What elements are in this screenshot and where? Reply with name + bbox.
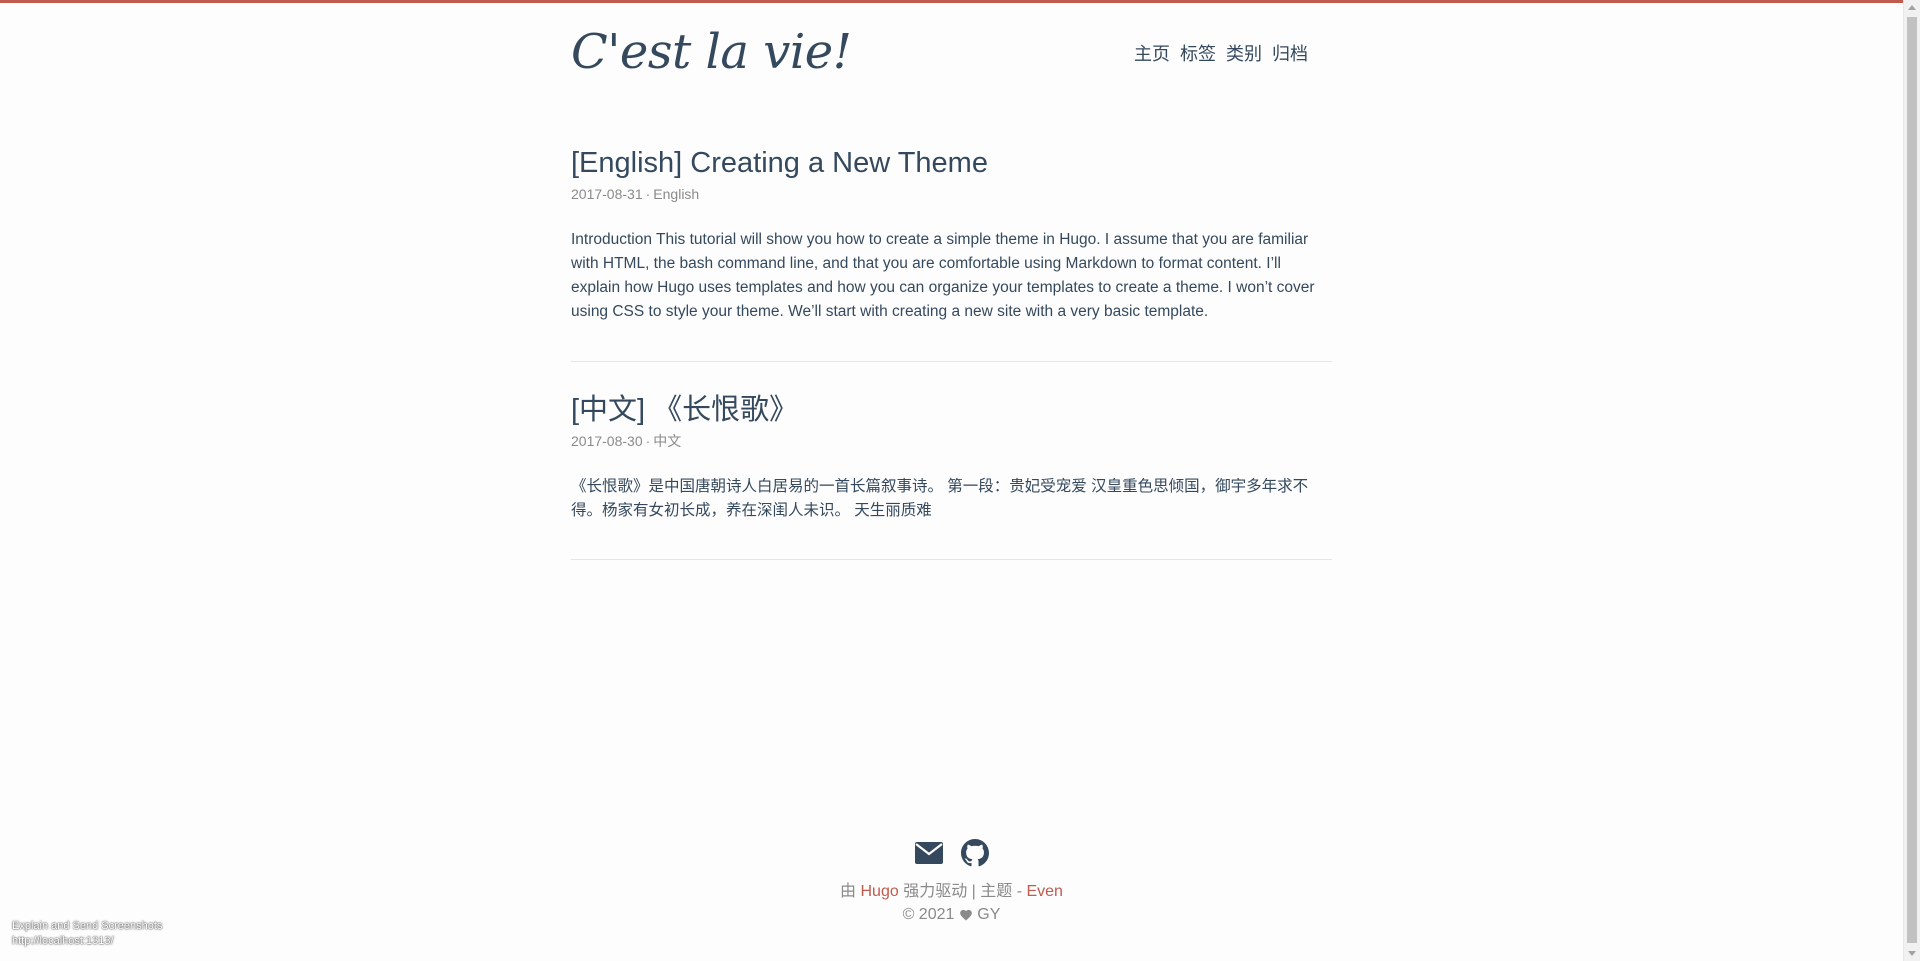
- post-meta: 2017-08-31 · English: [571, 185, 1332, 203]
- copyright-year: © 2021: [902, 906, 955, 923]
- post-meta: 2017-08-30 · 中文: [571, 432, 1332, 450]
- post-summary: 《长恨歌》是中国唐朝诗人白居易的一首长篇叙事诗。 第一段：贵妃受宠爱 汉皇重色思…: [571, 478, 1309, 519]
- post-category-link[interactable]: English: [653, 186, 699, 202]
- heart-icon: [959, 905, 973, 929]
- post-title-link[interactable]: [English] Creating a New Theme: [571, 147, 988, 179]
- post-category-link[interactable]: 中文: [653, 433, 681, 449]
- social-links: [571, 838, 1332, 872]
- meta-separator: ·: [645, 186, 651, 202]
- overlay-title: Explain and Send Screenshots: [12, 920, 163, 932]
- powered-middle: 强力驱动 | 主题 -: [903, 883, 1023, 900]
- vertical-scrollbar[interactable]: [1903, 0, 1920, 961]
- post-divider: [571, 559, 1332, 560]
- page-container: C'est la vie! 主页 标签 类别 归档 [English] Crea…: [571, 0, 1332, 961]
- post-card: [English] Creating a New Theme 2017-08-3…: [571, 143, 1332, 324]
- theme-link[interactable]: Even: [1026, 883, 1062, 900]
- meta-separator: ·: [645, 433, 651, 449]
- site-nav: 主页 标签 类别 归档: [1134, 40, 1308, 66]
- scroll-down-arrow-icon[interactable]: [1908, 951, 1916, 956]
- post-summary: Introduction This tutorial will show you…: [571, 231, 1315, 320]
- post-title: [中文] 《长恨歌》: [571, 390, 1332, 430]
- scroll-thumb[interactable]: [1907, 17, 1917, 943]
- nav-item-home[interactable]: 主页: [1134, 40, 1170, 66]
- github-icon[interactable]: [960, 838, 989, 872]
- scroll-up-arrow-icon[interactable]: [1908, 5, 1916, 10]
- site-footer: 由 Hugo 强力驱动 | 主题 - Even © 2021 GY: [571, 838, 1332, 929]
- copyright-line: © 2021 GY: [571, 903, 1332, 929]
- post-card: [中文] 《长恨歌》 2017-08-30 · 中文 《长恨歌》是中国唐朝诗人白居易…: [571, 390, 1332, 523]
- site-logo[interactable]: C'est la vie!: [571, 24, 852, 80]
- nav-item-archives[interactable]: 归档: [1272, 40, 1308, 66]
- screenshot-overlay: Explain and Send Screenshots http://loca…: [12, 919, 162, 949]
- powered-by-line: 由 Hugo 强力驱动 | 主题 - Even: [571, 881, 1332, 903]
- copyright-author: GY: [977, 906, 1001, 923]
- overlay-url: http://localhost:1313/: [12, 935, 114, 947]
- powered-prefix: 由: [840, 883, 857, 900]
- post-title: [English] Creating a New Theme: [571, 143, 1332, 183]
- post-date: 2017-08-30: [571, 433, 643, 449]
- post-date: 2017-08-31: [571, 186, 643, 202]
- email-icon[interactable]: [914, 841, 943, 869]
- post-divider: [571, 361, 1332, 362]
- nav-item-tags[interactable]: 标签: [1180, 40, 1216, 66]
- hugo-link[interactable]: Hugo: [861, 883, 899, 900]
- post-title-link[interactable]: [中文] 《长恨歌》: [571, 394, 798, 426]
- nav-item-categories[interactable]: 类别: [1226, 40, 1262, 66]
